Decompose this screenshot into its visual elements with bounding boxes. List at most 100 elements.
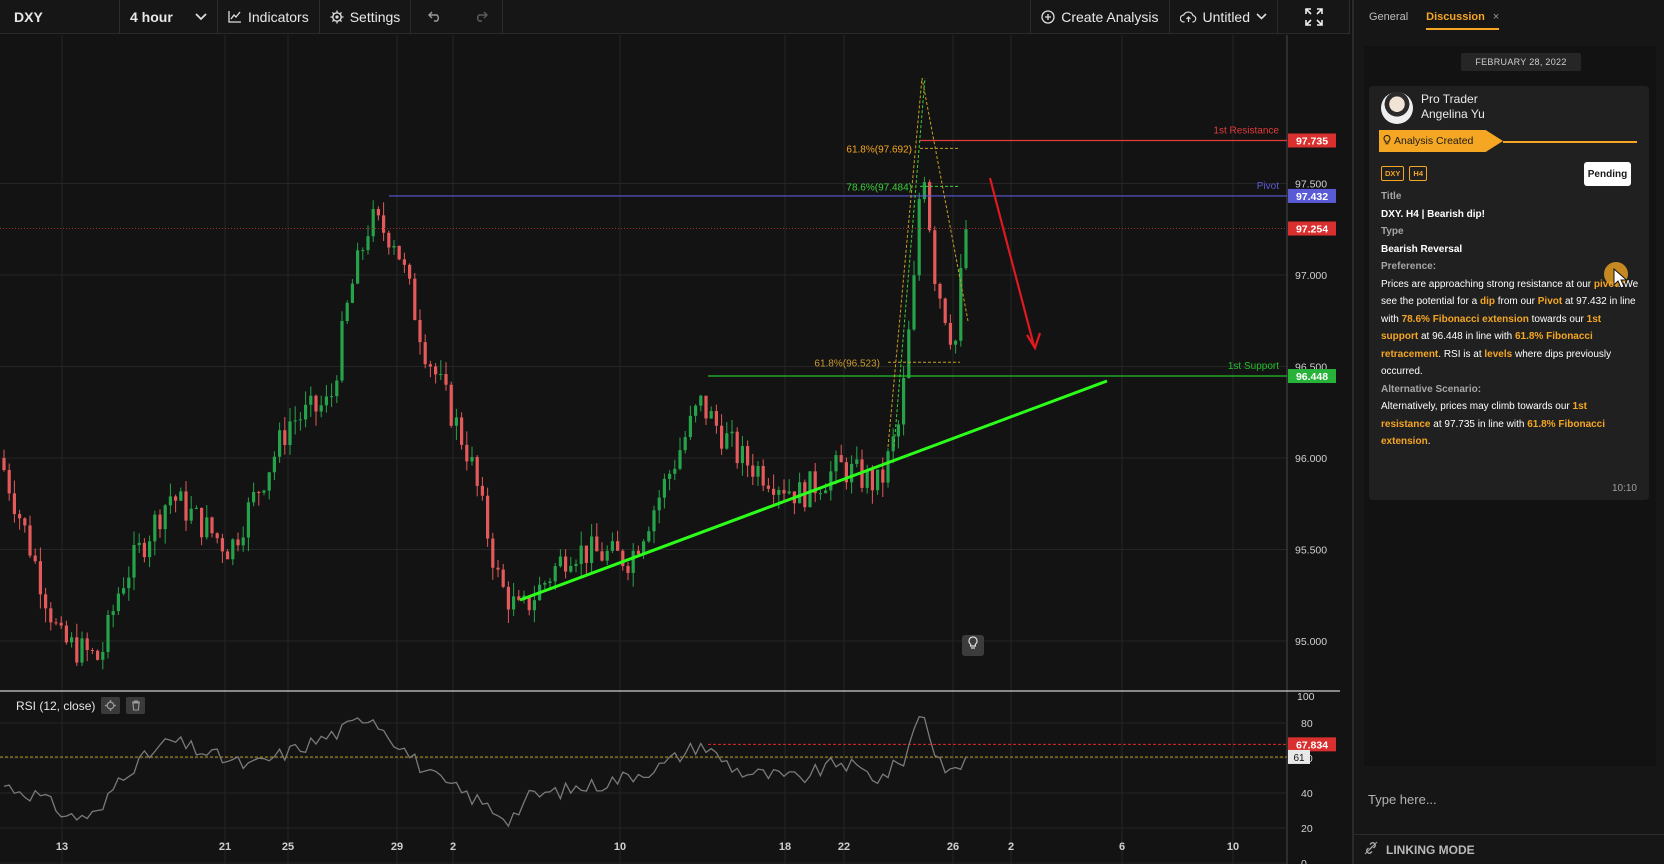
- candle-body: [512, 596, 516, 610]
- candle-body: [465, 444, 469, 462]
- chart-area[interactable]: 13 21 25 29 2 10 18 22 26 2 6 10 97.500 97.000 96.500 9…: [0, 35, 1350, 864]
- status-badge[interactable]: Pending: [1584, 162, 1631, 186]
- candle-body: [460, 417, 464, 445]
- time-axis-label: 22: [838, 841, 850, 853]
- time-axis-label: 10: [614, 841, 626, 853]
- create-analysis-button[interactable]: Create Analysis: [1031, 0, 1170, 33]
- analysis-side-panel: General Discussion × FEBRUARY 28, 2022 P…: [1352, 0, 1664, 864]
- candle-body: [579, 545, 583, 564]
- candle-body: [933, 230, 937, 284]
- linking-mode-toggle[interactable]: LINKING MODE: [1354, 834, 1664, 864]
- candle-body: [907, 329, 911, 379]
- fullscreen-button[interactable]: [1278, 0, 1350, 33]
- candle-body: [610, 541, 614, 551]
- candle-body: [189, 508, 193, 521]
- interval-dropdown[interactable]: 4 hour: [120, 0, 218, 33]
- candle-body: [397, 245, 401, 260]
- candle-body: [44, 594, 48, 609]
- candle-body: [756, 466, 760, 477]
- candle-body: [356, 250, 360, 284]
- rsi-axis-label: 100: [1297, 691, 1315, 703]
- rsi-value-badge: 67.834: [1296, 739, 1328, 751]
- candle-body: [132, 545, 136, 578]
- candle-body: [153, 514, 157, 542]
- candle-body: [595, 536, 599, 552]
- candle-body: [808, 471, 812, 508]
- analysis-created-banner: Analysis Created: [1379, 130, 1503, 152]
- plus-circle-icon: [1041, 9, 1055, 24]
- candle-body: [850, 463, 854, 483]
- candle-body: [350, 283, 354, 303]
- candle-body: [340, 321, 344, 381]
- candle-body: [184, 491, 188, 521]
- candle-body: [891, 436, 895, 452]
- gear-icon: [330, 10, 344, 24]
- link-icon: [1364, 841, 1378, 858]
- support-price-badge: 96.448: [1296, 371, 1328, 383]
- discussion-feed[interactable]: FEBRUARY 28, 2022 Pro Trader Angelina Yu…: [1364, 46, 1656, 766]
- message-input[interactable]: [1364, 788, 1656, 810]
- rsi-axis-label: 40: [1301, 788, 1313, 800]
- candle-body: [673, 468, 677, 474]
- fib-ext-618-label: 61.8%(97.692): [846, 144, 912, 155]
- layout-dropdown[interactable]: Untitled: [1170, 0, 1278, 33]
- alternative-label: Alternative Scenario:: [1381, 383, 1482, 395]
- candle-body: [168, 496, 172, 506]
- candle-body: [839, 455, 843, 463]
- banner-divider: [1503, 141, 1637, 143]
- candle-body: [902, 378, 906, 425]
- settings-label: Settings: [349, 8, 401, 25]
- candle-body: [428, 364, 432, 367]
- indicators-button[interactable]: Indicators: [218, 0, 320, 33]
- candle-body: [740, 446, 744, 464]
- tab-general[interactable]: General: [1369, 11, 1408, 23]
- candle-body: [70, 637, 74, 643]
- candle-body: [90, 650, 94, 652]
- candle-body: [855, 459, 859, 464]
- candle-body: [413, 278, 417, 320]
- alternative-text: Alternatively, prices may climb towards …: [1381, 401, 1606, 447]
- redo-button[interactable]: [459, 0, 504, 33]
- type-label: Type: [1381, 226, 1404, 237]
- message-time: 10:10: [1611, 483, 1637, 494]
- candle-body: [101, 651, 105, 660]
- candle-body: [96, 650, 100, 660]
- candle-body: [584, 545, 588, 563]
- candle-body: [402, 259, 406, 265]
- price-axis-label: 97.000: [1295, 270, 1327, 282]
- time-axis-label: 25: [282, 841, 294, 853]
- tab-discussion[interactable]: Discussion ×: [1426, 11, 1500, 30]
- rsi-line: [3, 715, 967, 828]
- candle-body: [943, 298, 947, 323]
- undo-icon: [428, 11, 442, 22]
- candle-body: [948, 322, 952, 345]
- candle-body: [964, 229, 968, 268]
- undo-button[interactable]: [411, 0, 459, 33]
- symbol-selector[interactable]: DXY: [0, 0, 120, 33]
- rsi-axis-label: 20: [1301, 823, 1313, 835]
- candle-body: [834, 455, 838, 472]
- time-axis-label: 18: [779, 841, 791, 853]
- candle-body: [288, 421, 292, 446]
- candle-body: [751, 465, 755, 477]
- settings-button[interactable]: Settings: [320, 0, 412, 33]
- preference-label: Preference:: [1381, 261, 1437, 272]
- layout-name: Untitled: [1202, 8, 1250, 25]
- rsi-settings-button[interactable]: [101, 697, 121, 714]
- candle-body: [917, 199, 921, 276]
- candle-body: [449, 384, 453, 426]
- candle-body: [688, 415, 692, 438]
- close-icon[interactable]: ×: [1493, 11, 1499, 23]
- price-axis-label: 95.500: [1295, 545, 1327, 557]
- candle-body: [142, 542, 146, 558]
- rsi-delete-button[interactable]: [126, 697, 146, 714]
- candle-body: [912, 275, 916, 330]
- price-chart[interactable]: 13 21 25 29 2 10 18 22 26 2 6 1097.50097.00096.5009…: [0, 35, 1350, 864]
- candle-body: [865, 469, 869, 488]
- candle-body: [205, 517, 209, 538]
- candle-body: [418, 319, 422, 343]
- candle-body: [605, 550, 609, 561]
- candle-body: [569, 565, 573, 572]
- idea-marker-button[interactable]: [962, 635, 984, 656]
- title-value: DXY. H4 | Bearish dip!: [1381, 208, 1485, 220]
